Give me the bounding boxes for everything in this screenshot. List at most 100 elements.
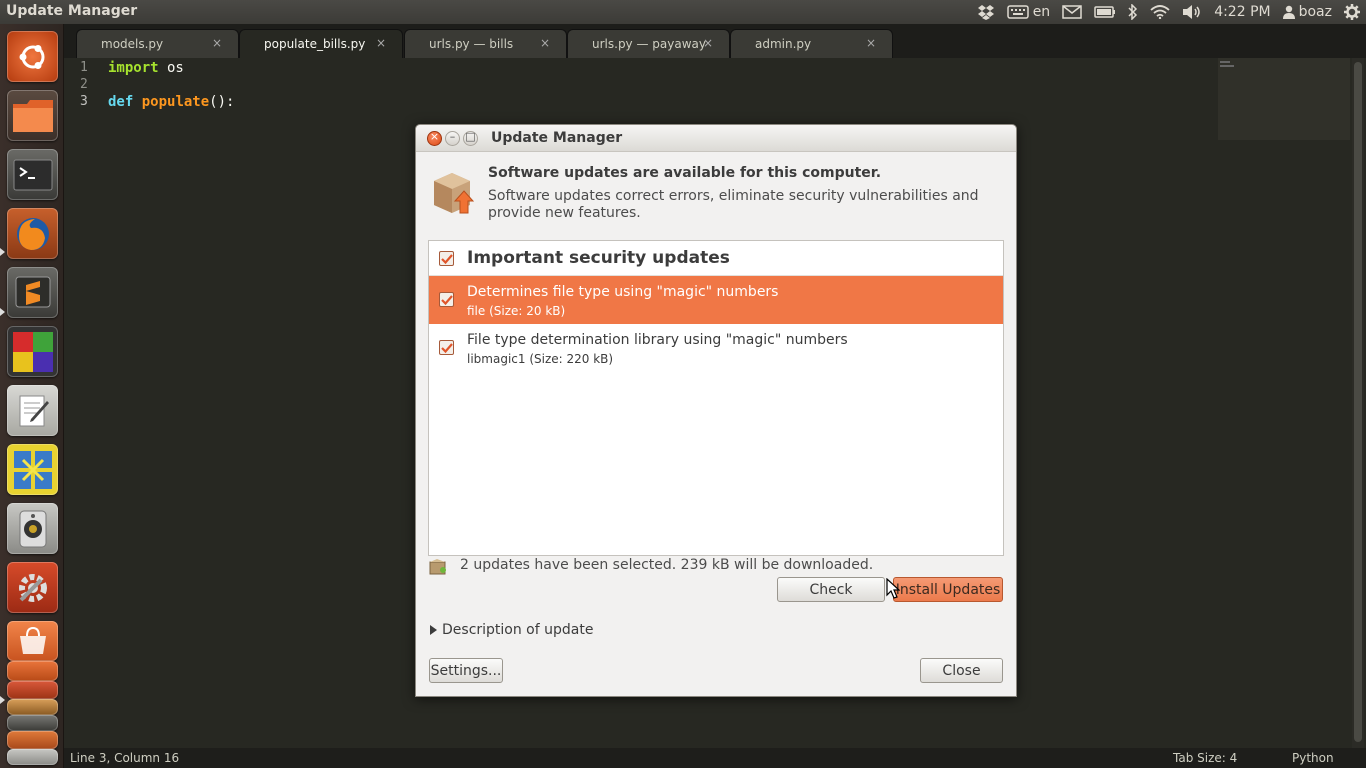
code-line: 3 def populate(): (64, 94, 664, 111)
dash-home-icon[interactable] (7, 31, 58, 82)
checkmark-icon (441, 295, 453, 306)
header-description: Software updates correct errors, elimina… (488, 188, 979, 221)
close-icon[interactable]: × (212, 36, 222, 50)
user-menu[interactable]: boaz (1277, 0, 1338, 24)
tab-models-py[interactable]: models.py × (76, 29, 239, 58)
clock[interactable]: 4:22 PM (1208, 0, 1276, 24)
terminal-icon[interactable] (7, 149, 58, 200)
line-number: 2 (80, 77, 88, 92)
tab-label: models.py (101, 37, 164, 51)
launcher (0, 24, 64, 768)
minimap-line (1220, 65, 1234, 67)
close-button[interactable]: Close (920, 658, 1003, 683)
tab-admin-py[interactable]: admin.py × (730, 29, 893, 58)
stacked-app-icon[interactable] (7, 715, 58, 731)
window-close-button[interactable]: × (427, 130, 442, 146)
active-app-title: Update Manager (6, 3, 138, 19)
code-text: os (158, 60, 184, 76)
text-editor-icon[interactable] (7, 385, 58, 436)
expander-label: Description of update (442, 622, 594, 638)
user-name: boaz (1298, 4, 1332, 20)
download-package-icon (429, 559, 447, 575)
minimap[interactable] (1218, 58, 1350, 140)
tab-label: populate_bills.py (264, 37, 366, 51)
vertical-scrollbar[interactable] (1352, 58, 1364, 748)
update-name: Determines file type using "magic" numbe… (467, 284, 779, 300)
mail-icon[interactable] (1056, 0, 1088, 24)
workspace-switcher-icon[interactable] (7, 444, 58, 495)
install-updates-button[interactable]: Install Updates (893, 577, 1003, 602)
volume-icon[interactable] (1176, 0, 1208, 24)
status-bar: Line 3, Column 16 Tab Size: 4 Python (64, 748, 1366, 768)
update-item-row[interactable]: Determines file type using "magic" numbe… (429, 276, 1003, 324)
top-panel: Update Manager en 4:22 PM boaz (0, 0, 1366, 24)
sublime-text-icon[interactable] (7, 267, 58, 318)
minimap-line (1220, 61, 1230, 63)
function-name: populate (141, 94, 210, 110)
settings-button[interactable]: Settings... (429, 658, 503, 683)
system-settings-icon[interactable] (7, 562, 58, 613)
tab-urls-py-payaway[interactable]: urls.py — payaway × (567, 29, 730, 58)
user-icon (1282, 5, 1295, 19)
tab-size-setting[interactable]: Tab Size: 4 (1173, 751, 1237, 765)
bluetooth-icon[interactable] (1122, 0, 1144, 24)
keyboard-layout-indicator[interactable]: en (1001, 0, 1057, 24)
header-title: Software updates are available for this … (488, 165, 882, 181)
dropbox-icon[interactable] (971, 0, 1001, 24)
editor-tab-bar: models.py × populate_bills.py × urls.py … (64, 24, 1366, 58)
close-icon[interactable]: × (703, 36, 713, 50)
cursor-position: Line 3, Column 16 (70, 751, 180, 765)
ubuntu-software-center-icon[interactable] (7, 621, 58, 661)
updates-list[interactable]: Important security updates Determines fi… (428, 240, 1004, 556)
mouse-pointer-icon (886, 577, 901, 604)
code-line: 2 (64, 77, 664, 94)
update-manager-dialog: × – □ Update Manager Software updates ar… (415, 124, 1017, 697)
stacked-app-icon[interactable] (7, 661, 58, 681)
running-indicator (0, 248, 5, 256)
close-icon[interactable]: × (540, 36, 550, 50)
code-text: (): (209, 94, 235, 110)
line-number: 3 (80, 94, 88, 109)
update-item-row[interactable]: File type determination library using "m… (429, 324, 1003, 372)
stacked-app-icon[interactable] (7, 699, 58, 715)
update-package-size: file (Size: 20 kB) (467, 304, 566, 318)
keyword: import (108, 60, 159, 76)
checkmark-icon (441, 343, 453, 354)
window-maximize-button[interactable]: □ (463, 130, 478, 146)
check-button[interactable]: Check (777, 577, 885, 602)
wifi-icon[interactable] (1144, 0, 1176, 24)
running-indicator (0, 308, 5, 316)
window-minimize-button[interactable]: – (445, 130, 460, 146)
group-checkbox[interactable] (439, 251, 454, 266)
minimize-icon: – (449, 130, 456, 143)
dialog-title: Update Manager (491, 130, 623, 146)
group-label: Important security updates (467, 248, 730, 268)
color-squares-app-icon[interactable] (7, 326, 58, 377)
dialog-titlebar[interactable]: × – □ Update Manager (416, 125, 1016, 152)
selection-summary: 2 updates have been selected. 239 kB wil… (460, 557, 874, 573)
firefox-icon[interactable] (7, 208, 58, 259)
close-icon[interactable]: × (866, 36, 876, 50)
keyboard-layout-label: en (1032, 4, 1051, 20)
stacked-app-icon[interactable] (7, 681, 58, 699)
syntax-setting[interactable]: Python (1292, 751, 1334, 765)
settings-gear-icon[interactable] (1338, 0, 1366, 24)
tab-populate-bills-py[interactable]: populate_bills.py × (239, 29, 403, 58)
scrollbar-thumb[interactable] (1354, 62, 1362, 742)
files-icon[interactable] (7, 90, 58, 141)
tab-label: urls.py — bills (429, 37, 514, 51)
tab-label: admin.py (755, 37, 812, 51)
battery-icon[interactable] (1088, 0, 1122, 24)
description-expander[interactable]: Description of update (430, 622, 593, 638)
close-icon[interactable]: × (376, 36, 386, 50)
keyword: def (108, 94, 134, 110)
item-checkbox[interactable] (439, 340, 454, 355)
item-checkbox[interactable] (439, 292, 454, 307)
expander-arrow-icon (430, 625, 437, 635)
update-group-row[interactable]: Important security updates (429, 241, 1003, 276)
stacked-app-icon[interactable] (7, 749, 58, 765)
speaker-app-icon[interactable] (7, 503, 58, 554)
stacked-app-icon[interactable] (7, 731, 58, 749)
keyboard-icon (1006, 5, 1029, 19)
tab-urls-py-bills[interactable]: urls.py — bills × (404, 29, 567, 58)
